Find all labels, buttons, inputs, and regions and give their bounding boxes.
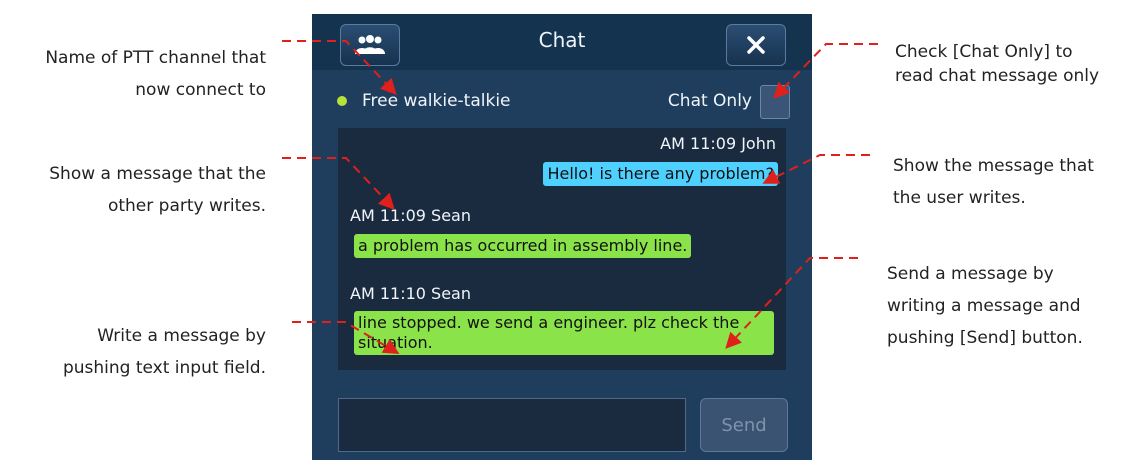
annotation-input: Write a message by pushing text input fi… (10, 320, 266, 384)
annotation-text: pushing text input field. (62, 358, 266, 378)
annotation-text: Show the message that (893, 156, 1094, 176)
message-meta-sean-2: AM 11:10 Sean (350, 284, 471, 303)
annotation-text: Check [Chat Only] to (895, 42, 1073, 62)
annotation-text: read chat message only (895, 66, 1100, 86)
message-bubble-other: line stopped. we send a engineer. plz ch… (354, 311, 774, 355)
send-button[interactable]: Send (700, 398, 788, 452)
title-bar: Chat (312, 14, 812, 70)
annotation-text: Write a message by (97, 326, 266, 346)
annotation-other-message: Show a message that the other party writ… (10, 158, 266, 222)
channel-row: Free walkie-talkie Chat Only (324, 80, 800, 124)
channel-name: Free walkie-talkie (362, 91, 511, 111)
annotation-text: Name of PTT channel that (45, 48, 266, 68)
message-list[interactable]: AM 11:09 John Hello! is there any proble… (338, 128, 786, 370)
message-line: line stopped. we send a engineer. plz ch… (358, 313, 740, 332)
annotation-text: other party writes. (107, 196, 266, 216)
annotation-chat-only: Check [Chat Only] to read chat message o… (895, 40, 1131, 88)
annotation-channel-name: Name of PTT channel that now connect to (10, 42, 266, 106)
message-meta-john: AM 11:09 John (660, 134, 776, 153)
status-dot-icon (337, 96, 347, 106)
annotation-send: Send a message by writing a message and … (887, 258, 1123, 354)
annotation-user-message: Show the message that the user writes. (893, 150, 1129, 214)
chat-only-checkbox[interactable] (760, 85, 790, 119)
message-meta-sean-1: AM 11:09 Sean (350, 206, 471, 225)
chat-window: Chat Free walkie-talkie Chat Only AM 11:… (312, 14, 812, 460)
annotation-text: Send a message by (887, 264, 1054, 284)
annotation-text: the user writes. (893, 188, 1026, 208)
message-line: situation. (358, 333, 433, 352)
annotation-text: Show a message that the (49, 164, 266, 184)
chat-only-label: Chat Only (667, 91, 752, 111)
annotation-text: writing a message and (887, 296, 1081, 316)
message-input[interactable] (338, 398, 686, 452)
annotation-text: now connect to (135, 80, 266, 100)
message-bubble-other: a problem has occurred in assembly line. (354, 234, 692, 258)
close-button[interactable] (726, 24, 786, 66)
message-bubble-user: Hello! is there any problem? (543, 162, 778, 186)
annotation-text: pushing [Send] button. (887, 328, 1083, 348)
close-icon (747, 36, 765, 54)
